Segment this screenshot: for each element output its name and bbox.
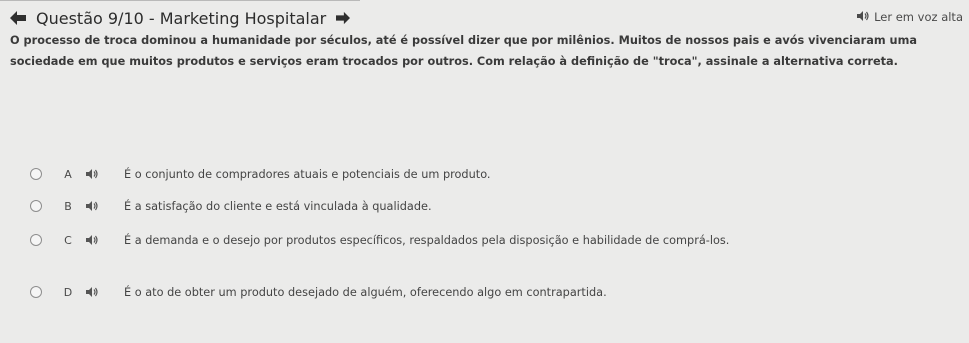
top-divider [0, 0, 360, 1]
speaker-icon [857, 10, 869, 24]
question-text: O processo de troca dominou a humanidade… [10, 34, 917, 68]
option-b-letter: B [64, 199, 72, 213]
option-d-text: É o ato de obter um produto desejado de … [124, 285, 607, 299]
option-a-radio[interactable] [30, 168, 42, 180]
option-b-text: É a satisfação do cliente e está vincula… [124, 199, 432, 213]
speaker-icon[interactable] [86, 287, 102, 297]
option-c[interactable]: C É a demanda e o desejo por produtos es… [30, 230, 729, 250]
option-c-radio[interactable] [30, 234, 42, 246]
speaker-icon[interactable] [86, 169, 102, 179]
speaker-icon[interactable] [86, 201, 102, 211]
speaker-icon[interactable] [86, 235, 102, 245]
option-d-radio[interactable] [30, 286, 42, 298]
option-a[interactable]: A É o conjunto de compradores atuais e p… [30, 164, 491, 184]
option-d[interactable]: D É o ato de obter um produto desejado d… [30, 282, 607, 302]
arrow-left-icon[interactable] [10, 11, 26, 25]
page-title: Questão 9/10 - Marketing Hospitalar [36, 8, 327, 28]
option-b[interactable]: B É a satisfação do cliente e está vincu… [30, 196, 432, 216]
arrow-right-icon[interactable] [336, 11, 351, 25]
read-aloud-button[interactable]: Ler em voz alta [857, 10, 963, 24]
question-header: Questão 9/10 - Marketing Hospitalar [10, 6, 351, 30]
option-b-radio[interactable] [30, 200, 42, 212]
option-c-letter: C [64, 233, 72, 247]
option-d-letter: D [63, 285, 73, 299]
read-aloud-label: Ler em voz alta [874, 10, 963, 24]
option-c-text: É a demanda e o desejo por produtos espe… [124, 233, 730, 247]
option-a-letter: A [64, 167, 72, 181]
option-a-text: É o conjunto de compradores atuais e pot… [124, 167, 491, 181]
